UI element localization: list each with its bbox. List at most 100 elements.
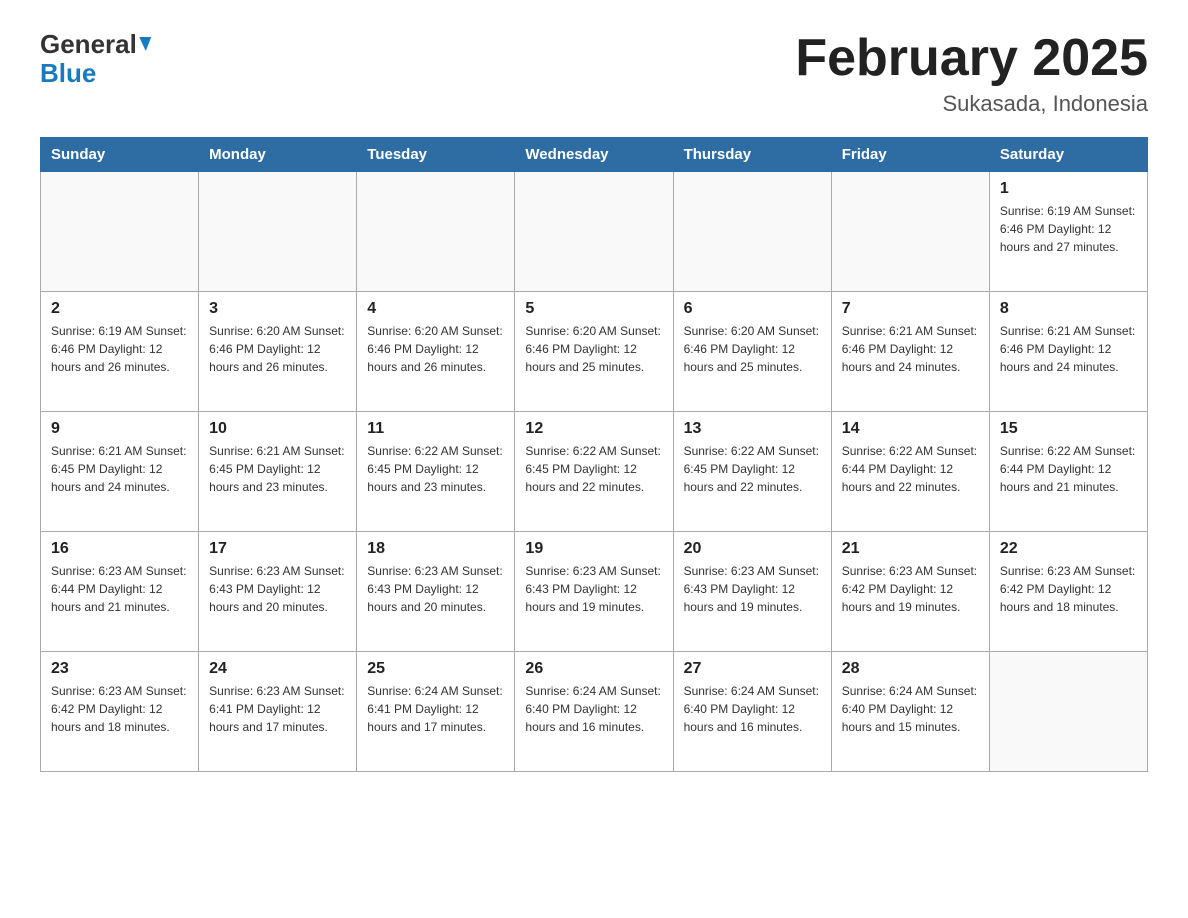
calendar-cell: 2 Sunrise: 6:19 AM Sunset: 6:46 PM Daylig…	[41, 292, 199, 412]
logo: General Blue	[40, 30, 150, 87]
day-info: Sunrise: 6:21 AM Sunset: 6:46 PM Dayligh…	[1000, 322, 1137, 376]
day-info: Sunrise: 6:24 AM Sunset: 6:40 PM Dayligh…	[684, 682, 821, 736]
day-info: Sunrise: 6:22 AM Sunset: 6:44 PM Dayligh…	[842, 442, 979, 496]
calendar-cell: 15 Sunrise: 6:22 AM Sunset: 6:44 PM Dayli…	[989, 412, 1147, 532]
day-info: Sunrise: 6:21 AM Sunset: 6:46 PM Dayligh…	[842, 322, 979, 376]
calendar-cell: 13 Sunrise: 6:22 AM Sunset: 6:45 PM Dayli…	[673, 412, 831, 532]
calendar-week-row: 16Sunrise: 6:23 AM Sunset: 6:44 PM Dayli…	[41, 532, 1148, 652]
calendar-day-header: Monday	[199, 138, 357, 172]
logo-chevron-icon	[137, 37, 151, 51]
calendar-week-row: 9 Sunrise: 6:21 AM Sunset: 6:45 PM Daylig…	[41, 412, 1148, 532]
calendar-cell: 25 Sunrise: 6:24 AM Sunset: 6:41 PM Dayli…	[357, 652, 515, 772]
day-number: 11	[367, 420, 504, 438]
day-number: 9	[51, 420, 188, 438]
calendar-cell: 1 Sunrise: 6:19 AM Sunset: 6:46 PM Daylig…	[989, 172, 1147, 292]
day-info: Sunrise: 6:23 AM Sunset: 6:43 PM Dayligh…	[525, 562, 662, 616]
calendar-day-header: Friday	[831, 138, 989, 172]
calendar-cell: 6 Sunrise: 6:20 AM Sunset: 6:46 PM Daylig…	[673, 292, 831, 412]
day-number: 17	[209, 540, 346, 558]
day-info: Sunrise: 6:20 AM Sunset: 6:46 PM Dayligh…	[684, 322, 821, 376]
day-info: Sunrise: 6:24 AM Sunset: 6:40 PM Dayligh…	[842, 682, 979, 736]
calendar-cell: 16Sunrise: 6:23 AM Sunset: 6:44 PM Dayli…	[41, 532, 199, 652]
calendar-day-header: Saturday	[989, 138, 1147, 172]
calendar-day-header: Sunday	[41, 138, 199, 172]
calendar-cell: 7 Sunrise: 6:21 AM Sunset: 6:46 PM Daylig…	[831, 292, 989, 412]
day-info: Sunrise: 6:22 AM Sunset: 6:45 PM Dayligh…	[367, 442, 504, 496]
calendar-table: SundayMondayTuesdayWednesdayThursdayFrid…	[40, 137, 1148, 772]
calendar-cell: 14Sunrise: 6:22 AM Sunset: 6:44 PM Dayli…	[831, 412, 989, 532]
calendar-day-header: Wednesday	[515, 138, 673, 172]
day-number: 7	[842, 300, 979, 318]
calendar-cell: 26 Sunrise: 6:24 AM Sunset: 6:40 PM Dayli…	[515, 652, 673, 772]
calendar-week-row: 2 Sunrise: 6:19 AM Sunset: 6:46 PM Daylig…	[41, 292, 1148, 412]
day-number: 12	[525, 420, 662, 438]
calendar-cell	[199, 172, 357, 292]
calendar-body: 1 Sunrise: 6:19 AM Sunset: 6:46 PM Daylig…	[41, 172, 1148, 772]
calendar-cell: 12 Sunrise: 6:22 AM Sunset: 6:45 PM Dayli…	[515, 412, 673, 532]
day-number: 1	[1000, 180, 1137, 198]
day-info: Sunrise: 6:22 AM Sunset: 6:44 PM Dayligh…	[1000, 442, 1137, 496]
calendar-cell: 28Sunrise: 6:24 AM Sunset: 6:40 PM Dayli…	[831, 652, 989, 772]
calendar-cell: 11 Sunrise: 6:22 AM Sunset: 6:45 PM Dayli…	[357, 412, 515, 532]
day-number: 20	[684, 540, 821, 558]
day-info: Sunrise: 6:22 AM Sunset: 6:45 PM Dayligh…	[684, 442, 821, 496]
day-info: Sunrise: 6:23 AM Sunset: 6:42 PM Dayligh…	[1000, 562, 1137, 616]
day-info: Sunrise: 6:23 AM Sunset: 6:41 PM Dayligh…	[209, 682, 346, 736]
calendar-cell: 22 Sunrise: 6:23 AM Sunset: 6:42 PM Dayli…	[989, 532, 1147, 652]
calendar-week-row: 1 Sunrise: 6:19 AM Sunset: 6:46 PM Daylig…	[41, 172, 1148, 292]
calendar-cell: 5Sunrise: 6:20 AM Sunset: 6:46 PM Daylig…	[515, 292, 673, 412]
calendar-cell	[515, 172, 673, 292]
calendar-cell: 24 Sunrise: 6:23 AM Sunset: 6:41 PM Dayli…	[199, 652, 357, 772]
day-number: 21	[842, 540, 979, 558]
calendar-cell: 21 Sunrise: 6:23 AM Sunset: 6:42 PM Dayli…	[831, 532, 989, 652]
day-number: 15	[1000, 420, 1137, 438]
calendar-cell: 10 Sunrise: 6:21 AM Sunset: 6:45 PM Dayli…	[199, 412, 357, 532]
calendar-cell: 9 Sunrise: 6:21 AM Sunset: 6:45 PM Daylig…	[41, 412, 199, 532]
day-info: Sunrise: 6:23 AM Sunset: 6:43 PM Dayligh…	[367, 562, 504, 616]
day-info: Sunrise: 6:24 AM Sunset: 6:40 PM Dayligh…	[525, 682, 662, 736]
calendar-cell	[989, 652, 1147, 772]
calendar-cell: 20 Sunrise: 6:23 AM Sunset: 6:43 PM Dayli…	[673, 532, 831, 652]
day-info: Sunrise: 6:22 AM Sunset: 6:45 PM Dayligh…	[525, 442, 662, 496]
calendar-cell: 23 Sunrise: 6:23 AM Sunset: 6:42 PM Dayli…	[41, 652, 199, 772]
day-number: 5	[525, 300, 662, 318]
day-info: Sunrise: 6:23 AM Sunset: 6:42 PM Dayligh…	[842, 562, 979, 616]
day-number: 6	[684, 300, 821, 318]
day-number: 22	[1000, 540, 1137, 558]
calendar-day-header: Thursday	[673, 138, 831, 172]
day-info: Sunrise: 6:23 AM Sunset: 6:44 PM Dayligh…	[51, 562, 188, 616]
day-info: Sunrise: 6:23 AM Sunset: 6:43 PM Dayligh…	[684, 562, 821, 616]
day-number: 10	[209, 420, 346, 438]
calendar-cell: 8Sunrise: 6:21 AM Sunset: 6:46 PM Daylig…	[989, 292, 1147, 412]
day-info: Sunrise: 6:24 AM Sunset: 6:41 PM Dayligh…	[367, 682, 504, 736]
day-info: Sunrise: 6:21 AM Sunset: 6:45 PM Dayligh…	[209, 442, 346, 496]
month-title: February 2025	[795, 30, 1148, 87]
day-info: Sunrise: 6:23 AM Sunset: 6:42 PM Dayligh…	[51, 682, 188, 736]
calendar-cell: 3Sunrise: 6:20 AM Sunset: 6:46 PM Daylig…	[199, 292, 357, 412]
day-number: 26	[525, 660, 662, 678]
logo-general: General	[40, 30, 150, 59]
calendar-cell: 27 Sunrise: 6:24 AM Sunset: 6:40 PM Dayli…	[673, 652, 831, 772]
calendar-cell	[673, 172, 831, 292]
day-info: Sunrise: 6:21 AM Sunset: 6:45 PM Dayligh…	[51, 442, 188, 496]
page-header: General Blue February 2025 Sukasada, Ind…	[40, 30, 1148, 117]
day-number: 24	[209, 660, 346, 678]
calendar-header-row: SundayMondayTuesdayWednesdayThursdayFrid…	[41, 138, 1148, 172]
calendar-day-header: Tuesday	[357, 138, 515, 172]
day-number: 13	[684, 420, 821, 438]
calendar-cell	[831, 172, 989, 292]
day-number: 2	[51, 300, 188, 318]
calendar-week-row: 23 Sunrise: 6:23 AM Sunset: 6:42 PM Dayli…	[41, 652, 1148, 772]
day-number: 19	[525, 540, 662, 558]
day-number: 4	[367, 300, 504, 318]
day-info: Sunrise: 6:19 AM Sunset: 6:46 PM Dayligh…	[51, 322, 188, 376]
day-number: 23	[51, 660, 188, 678]
day-number: 25	[367, 660, 504, 678]
day-info: Sunrise: 6:19 AM Sunset: 6:46 PM Dayligh…	[1000, 202, 1137, 256]
day-number: 18	[367, 540, 504, 558]
day-number: 27	[684, 660, 821, 678]
calendar-cell: 17 Sunrise: 6:23 AM Sunset: 6:43 PM Dayli…	[199, 532, 357, 652]
day-info: Sunrise: 6:23 AM Sunset: 6:43 PM Dayligh…	[209, 562, 346, 616]
calendar-cell	[41, 172, 199, 292]
calendar-cell: 19 Sunrise: 6:23 AM Sunset: 6:43 PM Dayli…	[515, 532, 673, 652]
